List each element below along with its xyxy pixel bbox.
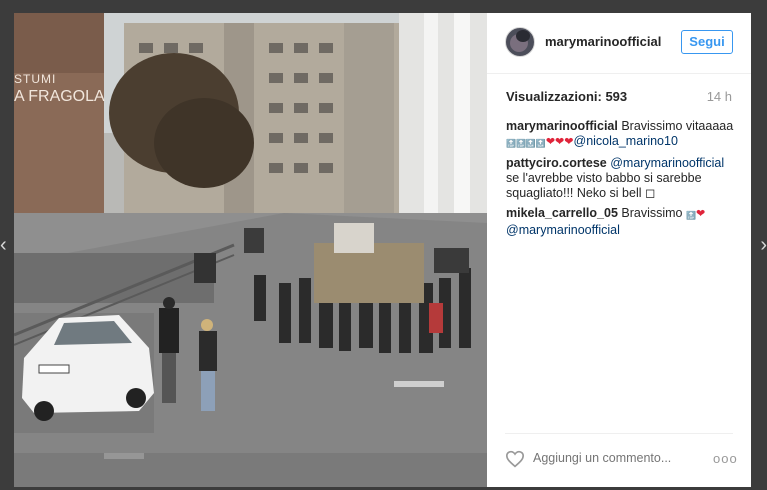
more-options-icon[interactable]: ooo bbox=[713, 451, 738, 466]
comment-item: pattyciro.cortese @marymarinoofficial se… bbox=[506, 156, 738, 201]
comment-item: mikela_carrello_05 Bravissimo 🔝❤ @maryma… bbox=[506, 206, 738, 238]
post-modal: STUMI A FRAGOLA marymarinoofficial Segui… bbox=[14, 13, 751, 487]
comment-item: marymarinoofficial Bravissimo vitaaaaa 🔝… bbox=[506, 119, 738, 151]
avatar[interactable] bbox=[505, 27, 535, 57]
top-emoji: 🔝 bbox=[685, 211, 696, 220]
shop-sign-line1: STUMI bbox=[14, 72, 57, 86]
post-time: 14 h bbox=[706, 89, 732, 104]
comment-text: Bravissimo vitaaaaa bbox=[621, 119, 734, 133]
like-heart-icon[interactable] bbox=[505, 450, 525, 468]
comment-username[interactable]: pattyciro.cortese bbox=[506, 156, 607, 170]
top-emoji: 🔝🔝🔝🔝 bbox=[506, 139, 546, 148]
post-header: marymarinoofficial Segui bbox=[487, 13, 751, 74]
author-username[interactable]: marymarinoofficial bbox=[545, 34, 661, 49]
comment-mention[interactable]: @nicola_marino10 bbox=[574, 134, 678, 148]
shop-sign-line2: A FRAGOLA bbox=[14, 88, 105, 105]
shop-sign: STUMI A FRAGOLA bbox=[14, 73, 105, 105]
post-photo: STUMI A FRAGOLA bbox=[14, 13, 487, 487]
comment-text: Bravissimo bbox=[621, 206, 686, 220]
comment-mention[interactable]: @marymarinoofficial bbox=[610, 156, 724, 170]
next-post-icon[interactable]: › bbox=[753, 235, 767, 255]
post-footer: ooo bbox=[505, 433, 737, 484]
view-count[interactable]: Visualizzazioni: 593 bbox=[506, 89, 627, 104]
comment-mention[interactable]: @marymarinoofficial bbox=[506, 223, 620, 237]
comment-text: se l'avrebbe visto babbo si sarebbe squa… bbox=[506, 171, 702, 200]
comment-username[interactable]: mikela_carrello_05 bbox=[506, 206, 618, 220]
add-comment-input[interactable] bbox=[533, 451, 703, 465]
heart-emoji: ❤ bbox=[695, 208, 706, 220]
post-details-panel: marymarinoofficial Segui Visualizzazioni… bbox=[487, 13, 751, 487]
comment-username[interactable]: marymarinoofficial bbox=[506, 119, 618, 133]
previous-post-icon[interactable]: ‹ bbox=[0, 235, 14, 255]
comments-list: marymarinoofficial Bravissimo vitaaaaa 🔝… bbox=[506, 119, 738, 243]
heart-emoji: ❤❤❤ bbox=[545, 136, 574, 148]
follow-button[interactable]: Segui bbox=[681, 30, 733, 54]
